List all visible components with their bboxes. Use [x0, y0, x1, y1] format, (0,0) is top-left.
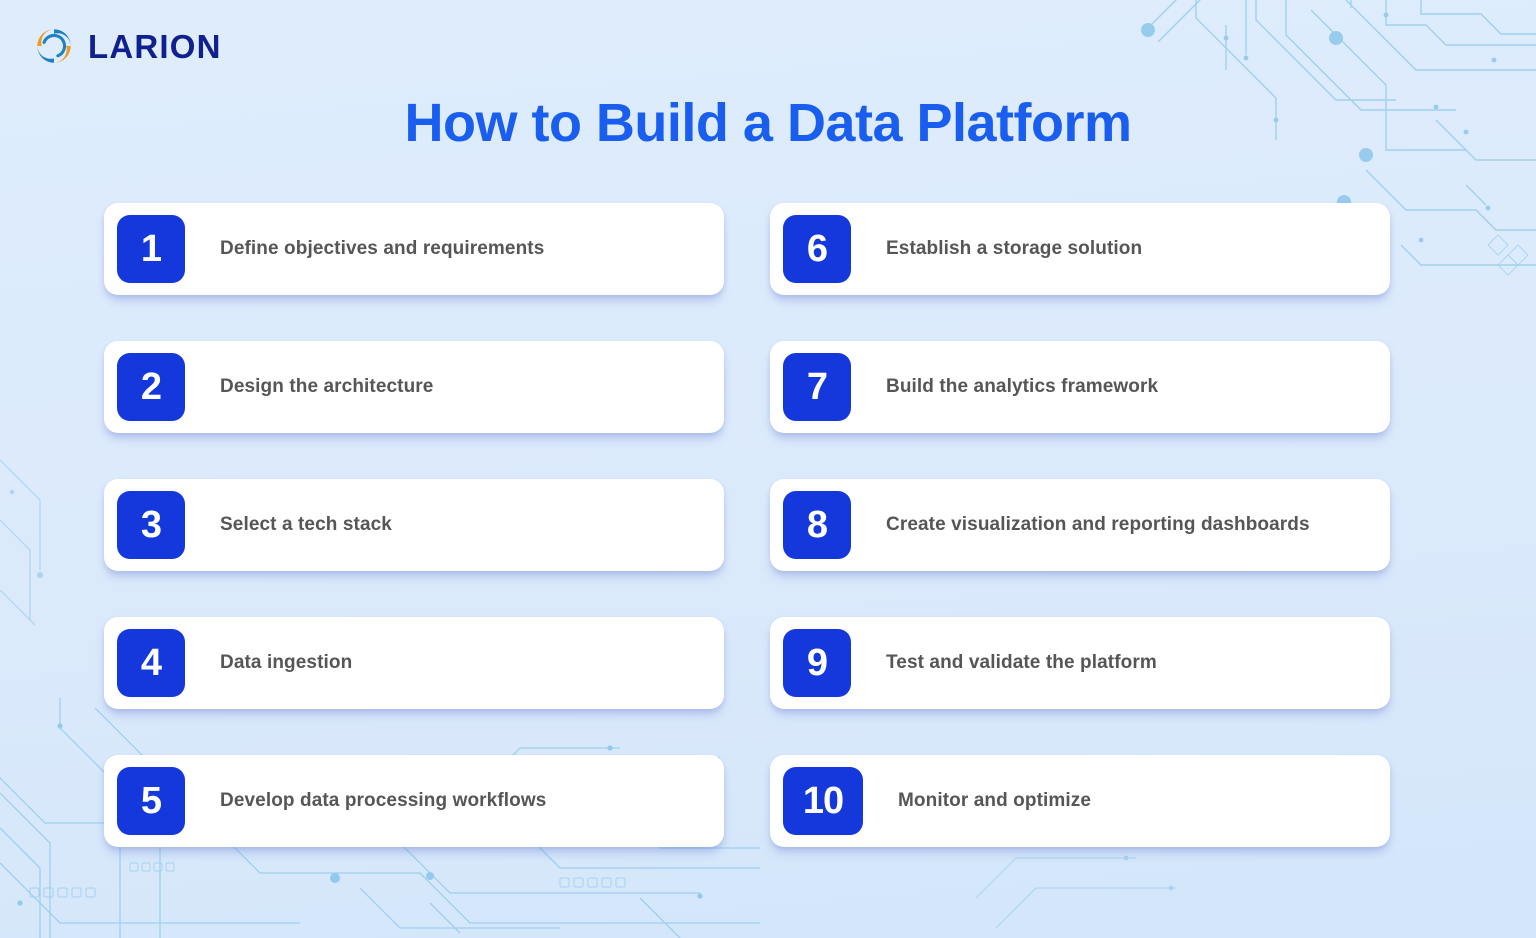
- step-label: Select a tech stack: [220, 514, 392, 536]
- step-card-1[interactable]: 1 Define objectives and requirements: [104, 203, 724, 295]
- larion-swirl-icon: [37, 29, 71, 63]
- step-number-badge: 2: [117, 353, 185, 421]
- step-label: Establish a storage solution: [886, 238, 1143, 260]
- step-card-3[interactable]: 3 Select a tech stack: [104, 479, 724, 571]
- step-label: Create visualization and reporting dashb…: [886, 514, 1310, 536]
- step-number-badge: 9: [783, 629, 851, 697]
- page-title: How to Build a Data Platform: [404, 93, 1132, 153]
- step-number-badge: 1: [117, 215, 185, 283]
- step-number-badge: 8: [783, 491, 851, 559]
- step-card-5[interactable]: 5 Develop data processing workflows: [104, 755, 724, 847]
- step-card-9[interactable]: 9 Test and validate the platform: [770, 617, 1390, 709]
- brand-name: LARION: [88, 27, 222, 65]
- infographic-canvas: LARION How to Build a Data Platform 1 De…: [0, 0, 1536, 938]
- step-label: Data ingestion: [220, 652, 353, 674]
- step-number-badge: 10: [783, 767, 863, 835]
- step-label: Develop data processing workflows: [220, 790, 547, 812]
- brand-logo: LARION: [32, 24, 222, 68]
- step-card-7[interactable]: 7 Build the analytics framework: [770, 341, 1390, 433]
- step-card-10[interactable]: 10 Monitor and optimize: [770, 755, 1390, 847]
- step-number-badge: 3: [117, 491, 185, 559]
- step-number-badge: 6: [783, 215, 851, 283]
- steps-grid: 1 Define objectives and requirements 2 D…: [104, 203, 1390, 847]
- step-card-6[interactable]: 6 Establish a storage solution: [770, 203, 1390, 295]
- circuit-decoration-left: [0, 459, 43, 626]
- step-number-badge: 7: [783, 353, 851, 421]
- step-card-4[interactable]: 4 Data ingestion: [104, 617, 724, 709]
- step-number-badge: 5: [117, 767, 185, 835]
- step-card-2[interactable]: 2 Design the architecture: [104, 341, 724, 433]
- step-label: Design the architecture: [220, 376, 434, 398]
- step-label: Define objectives and requirements: [220, 238, 545, 260]
- step-label: Monitor and optimize: [898, 790, 1092, 812]
- step-label: Build the analytics framework: [886, 376, 1159, 398]
- step-label: Test and validate the platform: [886, 652, 1157, 674]
- step-number-badge: 4: [117, 629, 185, 697]
- step-card-8[interactable]: 8 Create visualization and reporting das…: [770, 479, 1390, 571]
